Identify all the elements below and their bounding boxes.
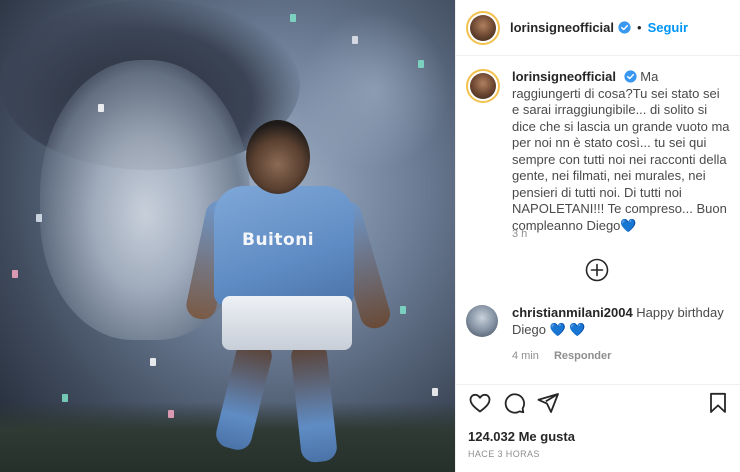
caption-username[interactable]: lorinsigneofficial: [512, 69, 616, 84]
comment-timestamp: 4 min: [512, 350, 539, 362]
like-count[interactable]: 124.032 Me gusta: [468, 429, 575, 444]
player-leg-left: [213, 337, 275, 453]
post-header: lorinsigneofficial • Seguir: [456, 0, 740, 56]
post-image[interactable]: Buitoni: [0, 0, 455, 472]
confetti: [98, 104, 104, 112]
confetti: [150, 358, 156, 366]
post-side-panel: lorinsigneofficial • Seguir lorinsigneof…: [455, 0, 740, 472]
author-username[interactable]: lorinsigneofficial: [510, 20, 614, 35]
confetti: [12, 270, 18, 278]
confetti: [290, 14, 296, 22]
heart-icon[interactable]: [468, 391, 492, 415]
commenter-avatar[interactable]: [466, 305, 498, 337]
follow-button[interactable]: Seguir: [648, 20, 688, 35]
comments-area[interactable]: lorinsigneofficial Ma raggiungerti di co…: [456, 56, 740, 384]
comment-meta: 4 min Responder: [512, 350, 611, 362]
confetti: [168, 410, 174, 418]
confetti: [62, 394, 68, 402]
caption: lorinsigneofficial Ma raggiungerti di co…: [466, 69, 736, 234]
comment-text-block: christianmilani2004 Happy birthday Diego…: [512, 305, 726, 338]
comment-icon[interactable]: [502, 391, 526, 415]
confetti: [352, 36, 358, 44]
share-icon[interactable]: [536, 391, 560, 415]
comment-item: christianmilani2004 Happy birthday Diego…: [466, 305, 736, 338]
blue-heart-emoji: 💙: [620, 217, 637, 233]
caption-body: Ma raggiungerti di cosa?Tu sei stato sei…: [512, 69, 730, 233]
author-avatar[interactable]: [466, 10, 500, 45]
commenter-username[interactable]: christianmilani2004: [512, 305, 633, 320]
player-head: [246, 120, 310, 194]
blue-heart-emoji: 💙 💙: [549, 321, 586, 337]
player-figure: Buitoni: [183, 120, 396, 470]
verified-icon: [624, 70, 637, 83]
post-actions: 124.032 Me gusta HACE 3 HORAS: [456, 384, 740, 472]
posted-time: HACE 3 HORAS: [468, 449, 540, 459]
confetti: [418, 60, 424, 68]
shirt-sponsor-logo: Buitoni: [242, 230, 315, 250]
player-shorts: [222, 296, 352, 350]
confetti: [36, 214, 42, 222]
reply-button[interactable]: Responder: [554, 350, 611, 362]
confetti: [432, 388, 438, 396]
caption-timestamp: 3 h: [512, 228, 528, 240]
add-comment-icon[interactable]: [585, 258, 609, 282]
separator-dot: •: [637, 20, 642, 35]
caption-avatar[interactable]: [466, 69, 500, 103]
bookmark-icon[interactable]: [706, 391, 730, 415]
player-leg-right: [289, 340, 339, 464]
verified-icon: [618, 21, 631, 34]
caption-text-block: lorinsigneofficial Ma raggiungerti di co…: [512, 69, 730, 234]
confetti: [400, 306, 406, 314]
